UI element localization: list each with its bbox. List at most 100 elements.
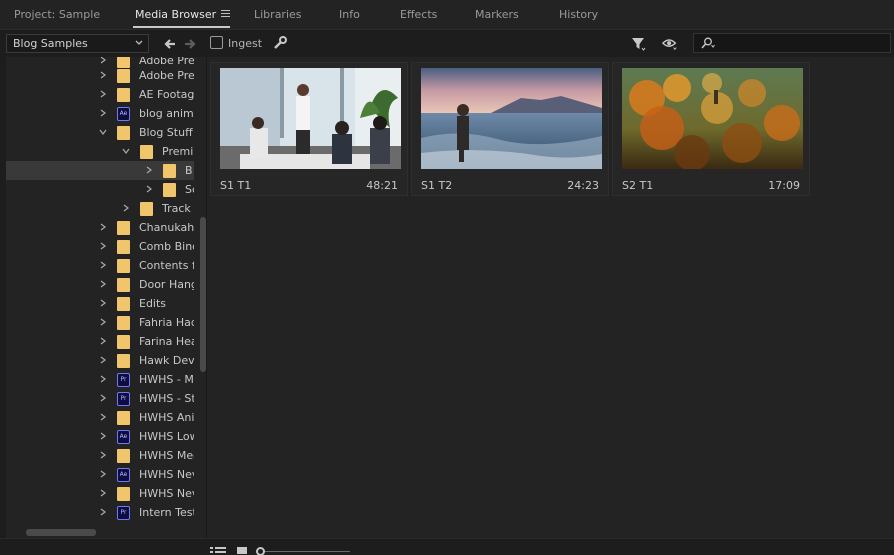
tree-item[interactable]: Ae HWHS Nev: [6, 465, 194, 484]
chevron-right-icon[interactable]: [145, 185, 153, 193]
tree-item[interactable]: Adobe Prer: [6, 66, 194, 85]
tree-item[interactable]: Pr HWHS - Me: [6, 370, 194, 389]
tree-item[interactable]: Track: [6, 199, 194, 218]
tree-item-selected[interactable]: B: [6, 161, 194, 180]
thumbnail-size-slider-track[interactable]: [264, 551, 350, 552]
clip-card[interactable]: S1 T1 48:21: [210, 62, 408, 196]
clip-card[interactable]: S2 T1 17:09: [612, 62, 810, 196]
tab-media-browser[interactable]: Media Browser: [135, 8, 216, 21]
folder-icon: [117, 259, 130, 273]
tab-libraries[interactable]: Libraries: [254, 8, 302, 21]
folder-icon: [117, 316, 130, 330]
tree-item[interactable]: Premi: [6, 142, 194, 161]
thumbnail-size-slider-handle[interactable]: [256, 547, 265, 555]
tree-item-label: HWHS Anin: [139, 411, 194, 424]
chevron-right-icon[interactable]: [99, 280, 107, 288]
chevron-right-icon[interactable]: [99, 337, 107, 345]
tab-project[interactable]: Project: Sample: [14, 8, 100, 21]
icon-view-icon[interactable]: [237, 547, 247, 555]
tree-item[interactable]: Contents fc: [6, 256, 194, 275]
tree-item[interactable]: HWHS Nev: [6, 484, 194, 503]
tree-item[interactable]: Sc: [6, 180, 194, 199]
tab-effects[interactable]: Effects: [400, 8, 437, 21]
folder-icon: [117, 411, 130, 425]
tree-item-label: Adobe Prer: [139, 69, 194, 82]
tree-item-label: Intern Test: [139, 506, 194, 519]
chevron-right-icon[interactable]: [99, 508, 107, 516]
forward-arrow-icon[interactable]: [182, 36, 198, 52]
chevron-right-icon[interactable]: [145, 166, 153, 174]
tree-item[interactable]: HWHS Anin: [6, 408, 194, 427]
tree-horizontal-scrollbar[interactable]: [26, 529, 96, 536]
tree-item[interactable]: Edits: [6, 294, 194, 313]
chevron-right-icon[interactable]: [99, 242, 107, 250]
tree-item-label: HWHS Nev: [139, 468, 194, 481]
chevron-right-icon[interactable]: [99, 223, 107, 231]
location-dropdown[interactable]: Blog Samples: [6, 34, 149, 53]
tree-item[interactable]: Comb Bind: [6, 237, 194, 256]
folder-icon: [163, 164, 176, 178]
clip-name: S1 T2: [421, 179, 453, 192]
tree-item[interactable]: Farina Hea: [6, 332, 194, 351]
chevron-right-icon[interactable]: [99, 375, 107, 383]
folder-icon: [117, 297, 130, 311]
search-box[interactable]: [693, 33, 891, 53]
chevron-right-icon[interactable]: [99, 109, 107, 117]
tab-info[interactable]: Info: [339, 8, 360, 21]
panel-tab-bar: Project: Sample Media Browser Libraries …: [0, 0, 894, 30]
chevron-right-icon[interactable]: [99, 413, 107, 421]
back-arrow-icon[interactable]: [162, 36, 178, 52]
chevron-right-icon[interactable]: [99, 261, 107, 269]
chevron-right-icon[interactable]: [99, 57, 107, 64]
chevron-right-icon[interactable]: [99, 394, 107, 402]
chevron-down-icon[interactable]: [122, 147, 130, 155]
list-view-icon[interactable]: [210, 547, 226, 555]
chevron-right-icon[interactable]: [99, 489, 107, 497]
clip-card[interactable]: S1 T2 24:23: [411, 62, 609, 196]
tree-item[interactable]: Pr Intern Test: [6, 503, 194, 522]
tree-item[interactable]: Chanukah: [6, 218, 194, 237]
tree-item[interactable]: Ae HWHS Low: [6, 427, 194, 446]
folder-icon: [117, 278, 130, 292]
tree-item[interactable]: Hawk Deve: [6, 351, 194, 370]
tab-markers[interactable]: Markers: [475, 8, 519, 21]
tree-item[interactable]: HWHS Mec: [6, 446, 194, 465]
location-dropdown-value: Blog Samples: [13, 37, 88, 50]
panel-menu-icon[interactable]: [221, 10, 230, 18]
premiere-project-icon: Pr: [117, 373, 130, 387]
tree-item[interactable]: Blog Stuff: [6, 123, 194, 142]
chevron-right-icon[interactable]: [99, 470, 107, 478]
chevron-right-icon[interactable]: [99, 451, 107, 459]
chevron-right-icon[interactable]: [99, 299, 107, 307]
tree-item[interactable]: Fahria Haq: [6, 313, 194, 332]
tree-item[interactable]: Pr HWHS - Stu: [6, 389, 194, 408]
tree-item-label: Blog Stuff: [139, 126, 193, 139]
chevron-right-icon[interactable]: [122, 204, 130, 212]
eye-icon[interactable]: [662, 36, 678, 52]
tree-item[interactable]: Ae blog anima: [6, 104, 194, 123]
wrench-icon[interactable]: [272, 35, 288, 51]
tree-item-label: Contents fc: [139, 259, 194, 272]
ingest-checkbox[interactable]: [210, 36, 223, 49]
tree-item-label: Premi: [162, 145, 194, 158]
chevron-right-icon[interactable]: [99, 432, 107, 440]
clip-thumbnail-autumn-field: [622, 68, 803, 169]
tree-item-label: HWHS - Stu: [139, 392, 194, 405]
folder-tree-panel[interactable]: Adobe Prer Adobe Prer AE Footage Ae blog…: [6, 57, 206, 538]
clip-name: S2 T1: [622, 179, 654, 192]
chevron-right-icon[interactable]: [99, 90, 107, 98]
tree-item-label: HWHS Low: [139, 430, 194, 443]
folder-icon: [140, 202, 153, 216]
filter-icon[interactable]: [631, 36, 647, 52]
chevron-down-icon[interactable]: [99, 128, 107, 136]
search-input[interactable]: [718, 36, 886, 50]
tree-item[interactable]: AE Footage: [6, 85, 194, 104]
tree-item-label: B: [185, 164, 193, 177]
tab-history[interactable]: History: [559, 8, 598, 21]
clip-name: S1 T1: [220, 179, 252, 192]
chevron-right-icon[interactable]: [99, 356, 107, 364]
folder-icon: [117, 354, 130, 368]
tree-item[interactable]: Door Hange: [6, 275, 194, 294]
chevron-right-icon[interactable]: [99, 71, 107, 79]
chevron-right-icon[interactable]: [99, 318, 107, 326]
